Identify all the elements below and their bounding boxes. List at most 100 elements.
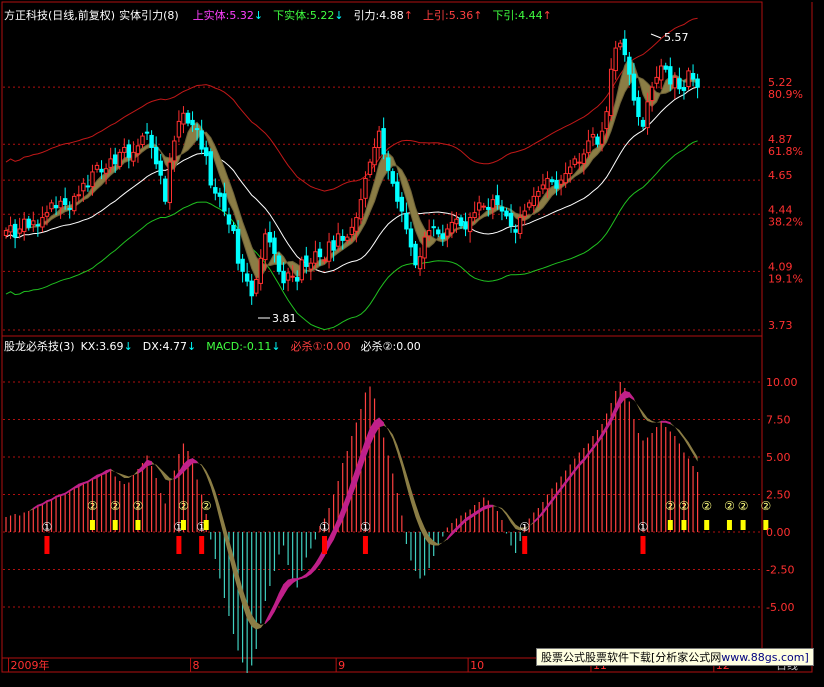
kx-dx-band-up-segment bbox=[69, 486, 75, 493]
candle-up bbox=[135, 145, 141, 155]
price-tick-label: 4.65 bbox=[768, 169, 793, 182]
candle-up bbox=[176, 120, 182, 138]
kx-dx-band-up-segment bbox=[606, 416, 612, 432]
candle-up bbox=[613, 47, 618, 72]
candle-up bbox=[345, 236, 350, 241]
kx-dx-band-up-segment bbox=[660, 420, 667, 423]
candle-down bbox=[663, 65, 668, 70]
candle-down bbox=[222, 193, 227, 212]
kx-dx-band-up-segment bbox=[287, 578, 293, 589]
candle-up bbox=[572, 158, 577, 165]
candle-up bbox=[326, 241, 332, 262]
candle-up bbox=[122, 146, 127, 153]
candle-up bbox=[536, 190, 541, 197]
header-item: 必杀②:0.00 bbox=[361, 340, 421, 353]
header-item-label: KX: bbox=[80, 340, 100, 353]
kill2-bar bbox=[180, 520, 186, 530]
date-label: 10 bbox=[470, 659, 484, 672]
candle-up bbox=[608, 68, 614, 117]
kx-dx-band-up-segment bbox=[78, 482, 84, 488]
kx-dx-band-up-segment bbox=[451, 526, 457, 536]
kx-dx-band-up-segment bbox=[105, 468, 111, 475]
kx-dx-band-up-segment bbox=[560, 480, 566, 491]
kx-dx-band-up-segment bbox=[565, 474, 571, 485]
date-label: 9 bbox=[338, 659, 345, 672]
candle-down bbox=[381, 128, 386, 155]
kx-dx-band-up-segment bbox=[310, 562, 316, 575]
high-annotation: 5.57 bbox=[664, 31, 689, 44]
candle-down bbox=[631, 73, 637, 101]
kill1-bar bbox=[322, 536, 327, 554]
kx-dx-band-up-segment bbox=[547, 498, 553, 509]
candle-down bbox=[199, 130, 204, 150]
arrow-down-icon: ↓ bbox=[123, 340, 133, 353]
candle-down bbox=[113, 154, 118, 165]
candle-up bbox=[117, 151, 122, 167]
candle-up bbox=[3, 230, 9, 236]
candle-down bbox=[149, 134, 154, 148]
candle-down bbox=[636, 97, 641, 118]
kx-dx-band-up-segment bbox=[365, 428, 371, 458]
header-item-value: 4.88 bbox=[379, 9, 404, 22]
header-item-value: 5.22 bbox=[309, 9, 335, 22]
candle-down bbox=[235, 228, 241, 264]
kx-dx-band-up-segment bbox=[33, 504, 39, 511]
kx-dx-band-up-segment bbox=[342, 494, 348, 521]
candle-up bbox=[131, 151, 136, 162]
kill1-bar bbox=[199, 536, 205, 554]
candle-down bbox=[463, 221, 468, 230]
kx-dx-band-up-segment bbox=[579, 457, 585, 467]
candle-down bbox=[640, 119, 646, 127]
candle-down bbox=[67, 207, 72, 210]
candle-down bbox=[627, 56, 632, 75]
indicator-tick-label: -2.50 bbox=[766, 564, 794, 577]
candle-up bbox=[172, 140, 177, 162]
candle-down bbox=[12, 223, 18, 238]
kx-dx-band-up-segment bbox=[274, 593, 280, 612]
price-pct-label: 80.9% bbox=[768, 88, 803, 101]
candle-down bbox=[386, 157, 391, 171]
candle-up bbox=[40, 217, 45, 228]
candle-up bbox=[72, 195, 77, 212]
kx-dx-band-up-segment bbox=[51, 495, 57, 502]
kx-dx-band-up-segment bbox=[87, 477, 93, 484]
candle-up bbox=[527, 202, 532, 208]
kx-dx-band-up-segment bbox=[665, 420, 671, 425]
candle-down bbox=[231, 224, 236, 232]
arrow-down-icon: ↓ bbox=[253, 9, 264, 22]
candle-down bbox=[408, 228, 414, 248]
candle-down bbox=[513, 229, 518, 233]
indicator-tick-label: 5.00 bbox=[766, 451, 791, 464]
header-item: 下引:4.44↑ bbox=[492, 9, 551, 22]
candle-down bbox=[26, 218, 31, 228]
candle-up bbox=[58, 200, 63, 209]
header-item: 必杀①:0.00 bbox=[291, 340, 351, 353]
header-item-label: 必杀①: bbox=[290, 340, 327, 353]
kill1-label: ① bbox=[42, 520, 53, 534]
kx-dx-band-up-segment bbox=[42, 499, 48, 506]
candle-up bbox=[659, 65, 664, 81]
kx-dx-band-up-segment bbox=[265, 612, 271, 625]
body-gravity-band bbox=[5, 57, 699, 279]
candle-up bbox=[108, 158, 113, 168]
candle-down bbox=[249, 280, 254, 297]
watermark-banner[interactable]: 股票公式股票软件下载[分析家公式网www.88gs.com] bbox=[536, 648, 814, 666]
kill1-label: ① bbox=[519, 520, 530, 534]
kill2-bar bbox=[89, 520, 95, 530]
indicator-tick-label: 2.50 bbox=[766, 489, 791, 502]
date-label: 8 bbox=[193, 659, 200, 672]
header-item-label: 引力: bbox=[353, 9, 380, 22]
candle-down bbox=[508, 212, 514, 227]
candle-up bbox=[363, 177, 368, 199]
candle-up bbox=[308, 262, 314, 270]
kx-dx-band-up-segment bbox=[378, 417, 384, 428]
candle-down bbox=[440, 233, 446, 240]
candle-up bbox=[367, 161, 373, 176]
candle-up bbox=[181, 112, 186, 125]
kill2-label: ② bbox=[201, 499, 212, 513]
kx-dx-band-up-segment bbox=[137, 465, 143, 475]
candle-up bbox=[531, 195, 536, 206]
header-item: 上引:5.36↑ bbox=[423, 9, 482, 22]
kx-dx-band-up-segment bbox=[610, 405, 616, 423]
kx-dx-band-up-segment bbox=[360, 440, 366, 471]
